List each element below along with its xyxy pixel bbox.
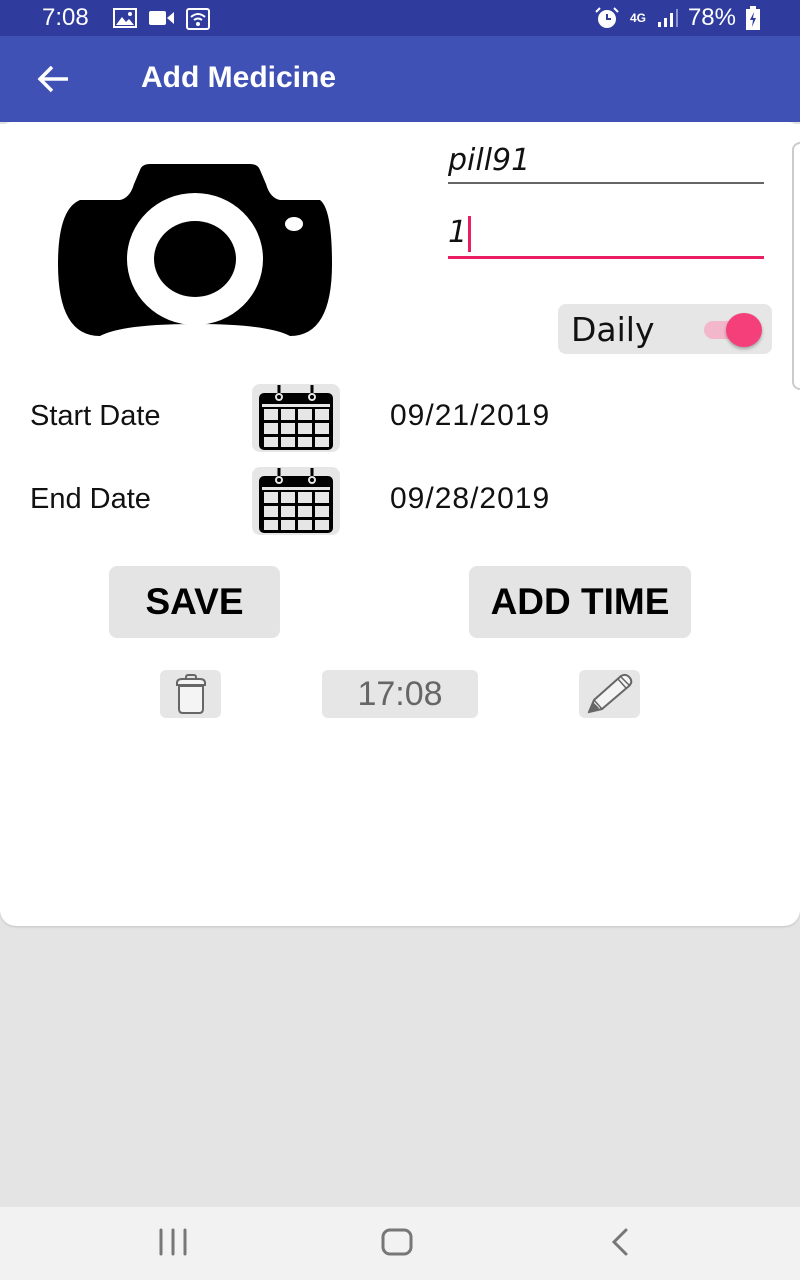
status-bar: 7:08 4G 78%	[0, 0, 800, 36]
medicine-name-field[interactable]	[448, 140, 764, 184]
status-right: 4G 78%	[594, 4, 760, 32]
signal-icon	[657, 9, 678, 27]
daily-label: Daily	[571, 310, 655, 349]
dose-input[interactable]	[448, 212, 764, 252]
start-date-picker-button[interactable]	[252, 384, 340, 452]
end-date-picker-button[interactable]	[252, 467, 340, 535]
system-nav-bar	[0, 1207, 800, 1280]
daily-toggle[interactable]: Daily	[558, 304, 772, 354]
text-cursor	[468, 216, 471, 252]
add-time-button[interactable]: ADD TIME	[469, 566, 691, 638]
camera-icon[interactable]	[58, 164, 332, 336]
trash-icon	[175, 674, 206, 714]
save-button[interactable]: SAVE	[109, 566, 280, 638]
calendar-icon	[259, 468, 333, 533]
status-time: 7:08	[42, 4, 89, 31]
end-date-label: End Date	[30, 483, 151, 515]
dose-field[interactable]	[448, 210, 764, 259]
battery-percent: 78%	[687, 4, 736, 31]
wifi-icon	[186, 8, 210, 30]
arrow-back-icon[interactable]	[36, 64, 72, 94]
recents-icon[interactable]	[158, 1227, 188, 1257]
network-type: 4G	[629, 11, 646, 25]
page-title: Add Medicine	[141, 61, 337, 94]
app-bar: Add Medicine	[0, 36, 800, 122]
end-date-value[interactable]: 09/28/2019	[390, 482, 550, 516]
calendar-icon	[259, 385, 333, 450]
start-date-value[interactable]: 09/21/2019	[390, 399, 550, 433]
edit-time-button[interactable]	[579, 670, 640, 718]
home-icon[interactable]	[381, 1227, 413, 1257]
pencil-icon	[587, 673, 632, 714]
image-icon	[113, 8, 137, 28]
battery-charging-icon	[746, 6, 760, 30]
alarm-icon	[595, 7, 619, 28]
video-icon	[149, 11, 174, 25]
side-scroll-indicator	[792, 142, 800, 390]
time-entry[interactable]: 17:08	[322, 670, 478, 718]
back-nav-icon[interactable]	[608, 1227, 632, 1257]
switch-thumb[interactable]	[726, 313, 762, 347]
start-date-label: Start Date	[30, 400, 161, 432]
medicine-name-input[interactable]	[448, 140, 764, 180]
delete-time-button[interactable]	[160, 670, 221, 718]
